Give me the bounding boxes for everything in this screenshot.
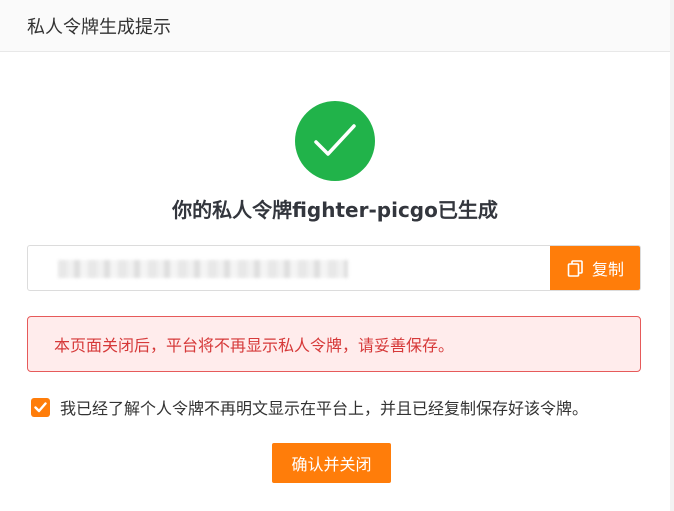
- check-mark-icon: [314, 124, 356, 156]
- confirm-close-button[interactable]: 确认并关闭: [272, 443, 391, 483]
- copy-icon: [567, 259, 583, 277]
- acknowledge-checkbox-row[interactable]: 我已经了解个人令牌不再明文显示在平台上，并且已经复制保存好该令牌。: [31, 395, 588, 419]
- check-icon: [34, 401, 47, 412]
- dialog-title: 私人令牌生成提示: [27, 16, 171, 38]
- copy-button-label: 复制: [591, 260, 624, 279]
- token-generated-headline: 你的私人令牌fighter-picgo已生成: [172, 198, 498, 222]
- success-check-icon: [295, 101, 375, 181]
- acknowledge-label: 我已经了解个人令牌不再明文显示在平台上，并且已经复制保存好该令牌。: [60, 399, 589, 418]
- background-edge: [670, 0, 674, 511]
- token-field[interactable]: 复制: [27, 245, 641, 291]
- warning-text: 本页面关闭后，平台将不再显示私人令牌，请妥善保存。: [54, 336, 455, 355]
- copy-token-button[interactable]: 复制: [550, 246, 640, 290]
- warning-alert: 本页面关闭后，平台将不再显示私人令牌，请妥善保存。: [27, 316, 641, 372]
- token-generated-dialog: 私人令牌生成提示 你的私人令牌fighter-picgo已生成 复制 本页面关闭…: [0, 0, 670, 511]
- acknowledge-checkbox[interactable]: [31, 397, 50, 417]
- token-value-redacted: [58, 260, 348, 278]
- dialog-header: 私人令牌生成提示: [0, 0, 670, 52]
